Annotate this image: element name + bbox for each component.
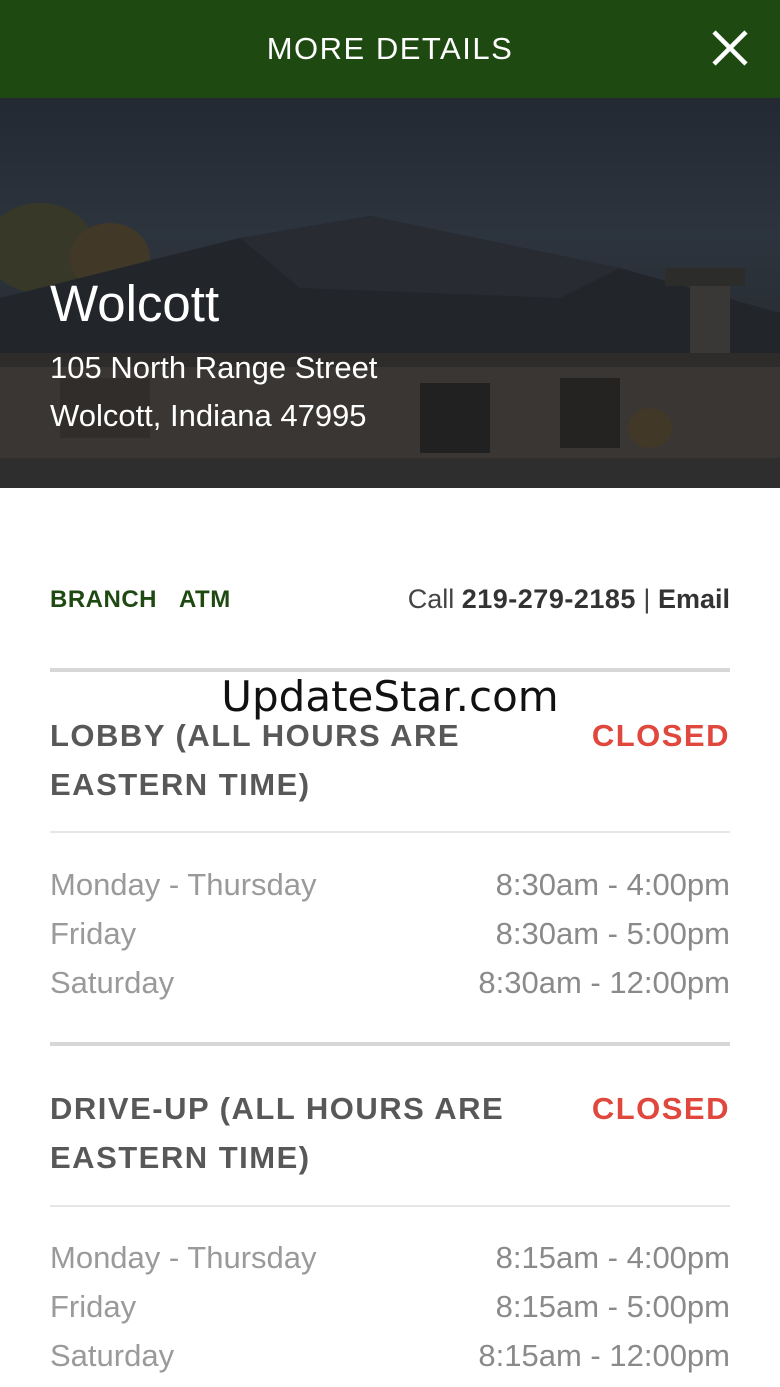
header-bar: MORE DETAILS [0,0,780,98]
hours-row: Monday - Thursday 8:15am - 4:00pm [50,1233,730,1282]
hours-value: 8:30am - 4:00pm [495,866,730,902]
day-label: Saturday [50,1337,175,1373]
hours-row: Monday - Thursday 8:30am - 4:00pm [50,860,730,909]
hours-value: 8:30am - 5:00pm [495,915,730,951]
watermark: UpdateStar.com [221,672,559,721]
email-link[interactable]: Email [658,584,730,614]
hours-value: 8:15am - 4:00pm [495,1239,730,1275]
hours-value: 8:15am - 5:00pm [495,1288,730,1324]
address-line-1: 105 North Range Street [50,350,378,385]
section-divider [50,1042,730,1046]
contact-separator: | [643,584,651,614]
branch-photo: Wolcott 105 North Range Street Wolcott, … [0,98,780,488]
close-icon[interactable] [710,28,750,68]
day-label: Monday - Thursday [50,1239,317,1275]
hours-value: 8:30am - 12:00pm [478,964,730,1000]
phone-link[interactable]: 219-279-2185 [462,584,636,614]
lobby-status-badge: CLOSED [591,718,730,753]
hours-row: Saturday 8:30am - 12:00pm [50,958,730,1007]
hours-row: Saturday 8:15am - 12:00pm [50,1331,730,1380]
day-label: Saturday [50,964,175,1000]
day-label: Friday [50,915,137,951]
tab-branch[interactable]: BRANCH [50,586,157,614]
day-label: Friday [50,1288,137,1324]
branch-name: Wolcott [50,275,220,332]
driveup-section-title: DRIVE-UP (ALL HOURS ARE EASTERN TIME) [50,1091,505,1175]
driveup-status-badge: CLOSED [591,1091,730,1126]
page-title: MORE DETAILS [266,31,514,66]
hours-row: Friday 8:15am - 5:00pm [50,1282,730,1331]
lobby-section-title: LOBBY (ALL HOURS ARE EASTERN TIME) [50,718,461,802]
call-label: Call [407,584,455,614]
contact-info: Call 219-279-2185 | Email [408,584,730,615]
hours-value: 8:15am - 12:00pm [478,1337,730,1373]
hours-row: Friday 8:30am - 5:00pm [50,909,730,958]
tab-bar: BRANCH ATM [50,586,231,614]
section-divider [50,831,730,833]
day-label: Monday - Thursday [50,866,317,902]
tab-atm[interactable]: ATM [179,586,231,614]
address-line-2: Wolcott, Indiana 47995 [50,398,367,433]
section-divider [50,1205,730,1207]
